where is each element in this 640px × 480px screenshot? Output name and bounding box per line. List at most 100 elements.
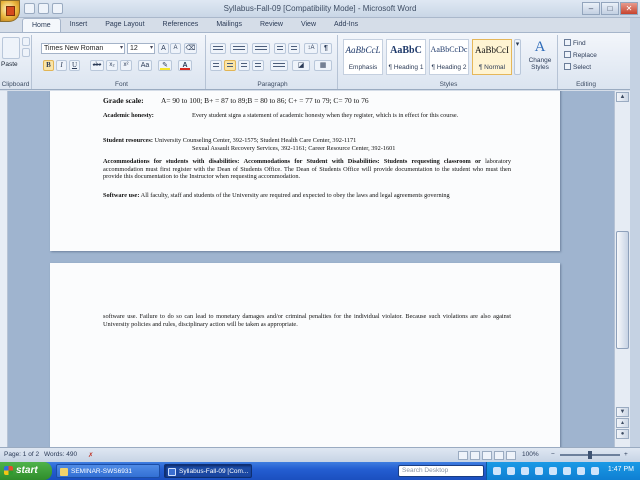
cut-icon[interactable] <box>22 37 30 46</box>
decrease-indent-button[interactable] <box>274 43 286 54</box>
style-normal[interactable]: AaBbCcI ¶ Normal <box>472 39 512 75</box>
grow-font-button[interactable]: A <box>158 43 169 54</box>
zoom-in-icon[interactable]: + <box>624 451 628 458</box>
show-formatting-button[interactable]: ¶ <box>320 43 332 54</box>
change-styles-button[interactable]: A Change Styles <box>524 39 556 83</box>
justify-button[interactable] <box>252 60 264 71</box>
scroll-arrows-icon: ▾ <box>515 41 520 48</box>
style-sample: AaBbCcL <box>345 45 381 55</box>
minimize-button[interactable]: – <box>582 2 600 15</box>
font-size-combo[interactable]: 12 ▾ <box>127 43 155 54</box>
superscript-button[interactable]: x² <box>120 60 132 71</box>
zoom-level[interactable]: 100% <box>522 451 539 458</box>
shading-button[interactable]: ◪ <box>292 60 310 71</box>
taskbar-item-word[interactable]: Syllabus-Fall-09 [Com... <box>164 464 252 478</box>
scroll-down-button[interactable]: ▼ <box>616 407 629 417</box>
proofing-icon[interactable]: ✗ <box>88 451 93 459</box>
network-icon[interactable] <box>507 467 515 475</box>
taskbar-item-folder[interactable]: SEMINAR-SWS6931 <box>56 464 160 478</box>
tab-home[interactable]: Home <box>22 18 61 32</box>
tab-add-ins[interactable]: Add-Ins <box>325 18 367 32</box>
multilevel-list-button[interactable] <box>252 43 270 54</box>
paste-icon[interactable] <box>2 37 20 59</box>
office-button[interactable] <box>0 0 20 22</box>
tray-app-icon[interactable] <box>577 467 585 475</box>
zoom-out-icon[interactable]: − <box>551 451 555 458</box>
align-right-icon <box>241 63 247 68</box>
increase-indent-button[interactable] <box>288 43 300 54</box>
font-color-button[interactable]: A <box>178 60 192 71</box>
scroll-thumb[interactable] <box>616 231 629 349</box>
vertical-scrollbar[interactable]: ▲ ▼ ▴ ● <box>614 91 630 447</box>
align-left-button[interactable] <box>210 60 222 71</box>
document-area[interactable]: Grade scale: A= 90 to 100; B+ = 87 to 89… <box>8 91 614 447</box>
eraser-icon: ⌫ <box>185 45 196 52</box>
font-name-combo[interactable]: Times New Roman ▾ <box>41 43 125 54</box>
resources-line-2: Sexual Assault Recovery Services, 392-11… <box>192 145 396 152</box>
strikethrough-button[interactable]: abe <box>90 60 104 71</box>
align-right-button[interactable] <box>238 60 250 71</box>
bullets-button[interactable] <box>210 43 226 54</box>
find-button[interactable]: Find <box>564 39 586 49</box>
web-layout-view-button[interactable] <box>482 451 492 460</box>
draft-view-button[interactable] <box>506 451 516 460</box>
line-spacing-button[interactable] <box>270 60 288 71</box>
tab-insert[interactable]: Insert <box>61 18 97 32</box>
subscript-button[interactable]: x₂ <box>106 60 118 71</box>
bold-button[interactable]: B <box>43 60 54 71</box>
tab-page-layout[interactable]: Page Layout <box>96 18 153 32</box>
scroll-up-button[interactable]: ▲ <box>616 92 629 102</box>
style-emphasis[interactable]: AaBbCcL Emphasis <box>343 39 383 75</box>
maximize-button[interactable]: □ <box>601 2 619 15</box>
tab-review[interactable]: Review <box>251 18 292 32</box>
underline-button[interactable]: U <box>69 60 80 71</box>
numbering-button[interactable] <box>230 43 248 54</box>
copy-icon[interactable] <box>22 48 30 57</box>
window-right-border <box>630 18 640 449</box>
replace-button[interactable]: Replace <box>564 51 597 61</box>
outline-view-button[interactable] <box>494 451 504 460</box>
style-sample: AaBbCcDc <box>430 45 468 54</box>
change-styles-label: Change Styles <box>528 57 552 71</box>
tab-mailings[interactable]: Mailings <box>207 18 251 32</box>
search-icon[interactable] <box>493 467 501 475</box>
text-highlight-button[interactable]: ✎ <box>158 60 172 71</box>
close-button[interactable]: ✕ <box>620 2 638 15</box>
page-2[interactable]: software use. Failure to do so can lead … <box>50 263 560 447</box>
volume-icon[interactable] <box>521 467 529 475</box>
zoom-slider-thumb[interactable] <box>588 451 592 459</box>
update-icon[interactable] <box>549 467 557 475</box>
security-icon[interactable] <box>535 467 543 475</box>
align-center-button[interactable] <box>224 60 236 71</box>
ribbon-tabs: Home Insert Page Layout References Maili… <box>22 18 367 32</box>
style-heading-1[interactable]: AaBbC ¶ Heading 1 <box>386 39 426 75</box>
editing-group-label: Editing <box>576 81 596 88</box>
tab-view[interactable]: View <box>292 18 325 32</box>
sort-button[interactable]: ↕A <box>304 43 318 54</box>
full-screen-view-button[interactable] <box>470 451 480 460</box>
desktop-search-input[interactable]: Search Desktop <box>398 465 484 477</box>
page-1[interactable]: Grade scale: A= 90 to 100; B+ = 87 to 89… <box>50 91 560 251</box>
replace-label: Replace <box>573 52 597 59</box>
vertical-ruler <box>0 91 8 447</box>
tray-app-icon[interactable] <box>563 467 571 475</box>
change-case-button[interactable]: Aa <box>138 60 152 71</box>
styles-more-button[interactable]: ▾ <box>514 39 521 75</box>
borders-button[interactable]: ▦ <box>314 60 332 71</box>
previous-page-button[interactable]: ▴ <box>616 418 629 428</box>
italic-button[interactable]: I <box>56 60 67 71</box>
shrink-font-button[interactable]: A <box>170 43 181 54</box>
select-browse-object-button[interactable]: ● <box>616 429 629 439</box>
start-button[interactable]: start <box>0 462 52 480</box>
style-name: ¶ Normal <box>478 64 506 71</box>
clock[interactable]: 1:47 PM <box>608 466 634 473</box>
clear-formatting-button[interactable]: ⌫ <box>184 43 197 54</box>
page-count[interactable]: Page: 1 of 2 <box>4 451 39 458</box>
print-layout-view-button[interactable] <box>458 451 468 460</box>
tab-references[interactable]: References <box>154 18 208 32</box>
word-count[interactable]: Words: 490 <box>44 451 77 458</box>
select-button[interactable]: Select <box>564 63 591 73</box>
word-icon <box>168 468 176 476</box>
tray-app-icon[interactable] <box>591 467 599 475</box>
style-heading-2[interactable]: AaBbCcDc ¶ Heading 2 <box>429 39 469 75</box>
